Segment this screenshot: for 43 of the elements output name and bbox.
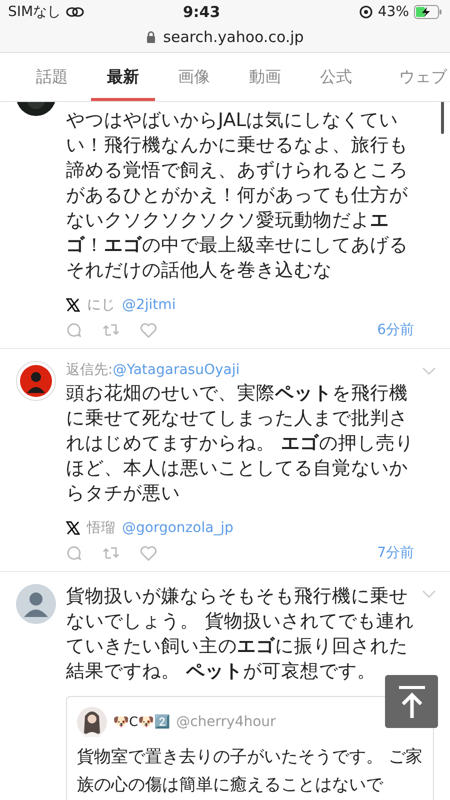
battery-percent: 43%	[378, 4, 409, 20]
author-name: 悟瑠	[87, 519, 115, 537]
author-name: にじ	[87, 296, 115, 314]
arrow-up-icon	[396, 684, 426, 718]
lock-icon	[146, 31, 156, 43]
repost-icon[interactable]	[102, 322, 120, 338]
default-avatar[interactable]	[16, 584, 56, 624]
scroll-to-top-button[interactable]	[385, 675, 438, 728]
quoted-post-text: 貨物室で置き去りの子がいたそうです。 ご家族の心の傷は簡単に癒えることはないで	[77, 746, 423, 797]
tab[interactable]: 最新	[91, 53, 155, 101]
reply-handle-link[interactable]: @YatagarasuOyaji	[112, 362, 240, 378]
reply-label: 返信先:	[66, 362, 113, 378]
post-text: 頭お花畑のせいで、実際ペットを飛行機に乗せて死なせてしまった人まで批判されはじめてますからね。 エゴの押し売りほど、本人は悪いことしてる自覚ないからタチが悪い	[66, 382, 415, 506]
clock-time: 9:43	[182, 3, 222, 21]
tab[interactable]: 公式	[304, 53, 368, 101]
chevron-down-icon[interactable]	[422, 367, 436, 375]
post-time-link[interactable]: 7分前	[377, 544, 414, 562]
repost-icon[interactable]	[102, 545, 120, 561]
post-text: 貨物扱いが嫌ならそもそも飛行機に乗せないでしょう。 貨物扱いされてでも連れていきたい飼い主のエゴに振り回された結果ですね。 ペットが可哀想です。	[66, 585, 415, 684]
post-text: やつはやばいからJALは気にしなくていい！飛行機なんかに乗せるなよ、旅行も諦める覚悟で飼え、あずけられるところがあるひとがかえ！何があっても仕方がないクソクソクソクソ愛玩動物だよエゴ！エゴの中で最上級幸せにしてあげるそれだけの話他人を巻き込むな	[66, 109, 409, 283]
tab[interactable]: 動画	[233, 53, 297, 101]
quoted-author-handle: @cherry4hour	[176, 714, 276, 730]
x-logo-icon	[66, 298, 80, 312]
post-time-link[interactable]: 6分前	[377, 321, 414, 339]
link-icon	[66, 6, 84, 18]
reply-icon[interactable]	[66, 545, 82, 561]
author-handle-link[interactable]: @2jitmi	[122, 297, 176, 313]
heart-icon[interactable]	[140, 322, 157, 338]
tab[interactable]: 画像	[162, 53, 226, 101]
heart-icon[interactable]	[140, 546, 157, 560]
battery-icon	[414, 5, 442, 19]
x-logo-icon	[66, 521, 80, 535]
rotation-lock-icon	[358, 5, 373, 19]
url-text[interactable]: search.yahoo.co.jp	[163, 28, 304, 46]
author-handle-link[interactable]: @gorgonzola_jp	[122, 520, 234, 536]
reply-icon[interactable]	[66, 322, 82, 338]
quoted-author-name: 🐶C🐶2⃣	[113, 714, 170, 730]
tab[interactable]: 話題	[20, 53, 84, 101]
chevron-down-icon[interactable]	[422, 590, 436, 598]
avatar	[77, 707, 107, 737]
carrier-label: SIMなし	[8, 3, 62, 21]
avatar[interactable]	[16, 361, 56, 401]
tab[interactable]: ウェブ	[383, 53, 450, 101]
